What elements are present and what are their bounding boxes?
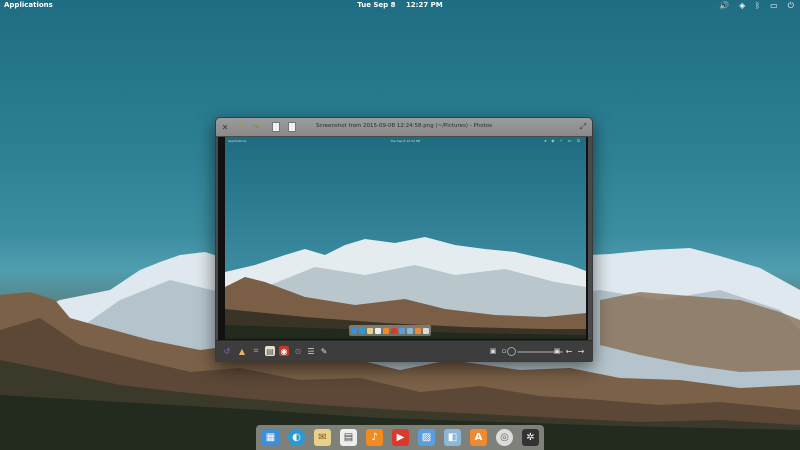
inner-dock-item [423, 327, 429, 334]
photos-window: ✕ ↶ ↷ Screenshot from 2015-09-08 12:24:5… [215, 117, 593, 362]
system-settings-icon[interactable]: ◧ [444, 429, 461, 446]
sliders-icon[interactable]: ☰ [306, 346, 316, 356]
rotate-icon[interactable]: ↺ [222, 346, 232, 356]
next-icon[interactable]: → [576, 346, 586, 356]
straighten-icon[interactable]: ⊙ [293, 346, 303, 356]
optical-disc-icon[interactable]: ◎ [496, 429, 513, 446]
inner-dock-item [359, 327, 365, 334]
inner-top-panel: Applications Tue Sep 8 12:24 PM ◂ ◈ ⚡ ▭ … [225, 137, 586, 145]
adjust-icon[interactable]: ▤ [265, 346, 275, 356]
web-browser-icon[interactable]: ◐ [288, 429, 305, 446]
date-time-indicator[interactable]: Tue Sep 8 12:27 PM [0, 1, 800, 9]
inner-dock-item [415, 327, 421, 334]
screenshot-settings-icon[interactable]: ✲ [522, 429, 539, 446]
red-eye-icon[interactable]: ◉ [279, 346, 289, 356]
multitasking-view-icon[interactable]: ▦ [262, 429, 279, 446]
calendar-icon[interactable]: ▤ [340, 429, 357, 446]
inner-dock-item [375, 327, 381, 334]
screenshot-image: Applications Tue Sep 8 12:24 PM ◂ ◈ ⚡ ▭ … [225, 137, 586, 339]
inner-clock-label: Tue Sep 8 12:24 PM [390, 139, 421, 143]
inner-dock-item [367, 327, 373, 334]
window-titlebar[interactable]: ✕ ↶ ↷ Screenshot from 2015-09-08 12:24:5… [216, 118, 592, 136]
image-viewport: Applications Tue Sep 8 12:24 PM ◂ ◈ ⚡ ▭ … [218, 137, 588, 340]
mail-icon[interactable]: ✉ [314, 429, 331, 446]
network-icon[interactable]: ◈ [739, 1, 745, 11]
dock: ▦ ◐ ✉ ▤ ♪ ▶ ▨ ◧ A ◎ ✲ [256, 425, 544, 450]
music-icon[interactable]: ♪ [366, 429, 383, 446]
previous-icon[interactable]: ← [564, 346, 574, 356]
power-icon[interactable]: ⏻ [788, 1, 794, 11]
date-label: Tue Sep 8 [357, 1, 396, 9]
crop-icon[interactable]: ⌗ [251, 346, 261, 356]
videos-icon[interactable]: ▶ [392, 429, 409, 446]
photos-icon[interactable]: ▨ [418, 429, 435, 446]
photo-toolbar: ↺ ▲ ⌗ ▤ ◉ ⊙ ☰ ✎ ▣ ▫ ▣ ← → [216, 340, 592, 361]
system-indicators: 🔊 ◈ ᛒ ▭ ⏻ [719, 1, 794, 11]
inner-dock-item [391, 327, 397, 334]
top-panel: Applications Tue Sep 8 12:27 PM 🔊 ◈ ᛒ ▭ … [0, 0, 800, 13]
maximize-icon[interactable]: ⤢ [577, 121, 589, 133]
time-label: 12:27 PM [405, 1, 443, 9]
inner-dock-item [407, 327, 413, 334]
bluetooth-icon[interactable]: ᛒ [755, 1, 760, 11]
app-center-icon[interactable]: A [470, 429, 487, 446]
inner-dock-item [351, 327, 357, 334]
zoom-fit-icon[interactable]: ▣ [488, 346, 498, 356]
publish-icon[interactable]: ✎ [319, 346, 329, 356]
inner-dock [349, 325, 431, 336]
inner-dock-item [399, 327, 405, 334]
inner-indicators: ◂ ◈ ⚡ ▭ ⏻ [544, 138, 582, 143]
zoom-in-icon[interactable]: ▣ [552, 346, 562, 356]
enhance-icon[interactable]: ▲ [237, 346, 247, 356]
inner-dock-item [383, 327, 389, 334]
window-title: Screenshot from 2015-09-08 12:24:58.png … [315, 123, 493, 129]
zoom-slider-handle[interactable] [507, 347, 516, 356]
notifications-icon[interactable]: ▭ [770, 1, 778, 11]
volume-icon[interactable]: 🔊 [719, 1, 729, 11]
